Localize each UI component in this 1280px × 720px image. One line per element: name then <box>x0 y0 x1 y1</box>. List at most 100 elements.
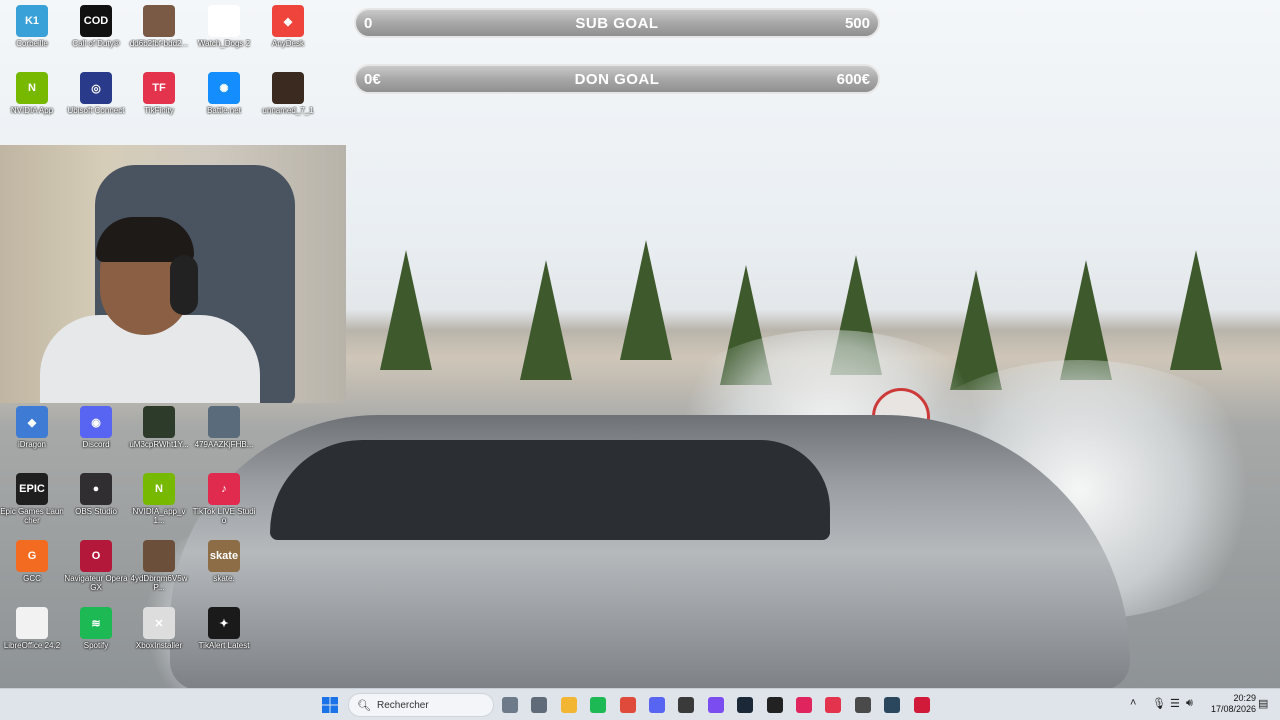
desktop-icon-label: Watch_Dogs 2 <box>197 39 251 48</box>
taskbar-clock[interactable]: 20:29 17/08/2026 <box>1200 693 1256 715</box>
desktop-icon-label: 4ydDbrqm6V5wP... <box>130 574 188 592</box>
desktop-icon[interactable]: ≋ Spotify <box>64 603 128 663</box>
volume-icon[interactable]: 🔊︎ <box>1186 697 1193 710</box>
tiktok-live-icon: ♪ <box>208 473 240 505</box>
taskbar-app-button[interactable] <box>821 693 845 717</box>
start-button[interactable] <box>318 693 342 717</box>
desktop-icon[interactable]: G GCC <box>0 536 64 596</box>
desktop-icon-label: Epic Games Launcher <box>0 507 64 525</box>
microphone-icon[interactable]: 🎙︎ <box>1152 697 1166 710</box>
icon-glyph: G <box>27 550 37 562</box>
desktop-icon-label: TikFinity <box>144 106 174 115</box>
taskbar-app-button[interactable] <box>851 693 875 717</box>
desktop-icon-label: AnyDesk <box>271 39 304 48</box>
taskbar-app-button[interactable] <box>674 693 698 717</box>
search-icon: 🔍︎ <box>357 699 371 712</box>
clock-date: 17/08/2026 <box>1210 704 1256 714</box>
taskbar-app-button[interactable] <box>645 693 669 717</box>
sub-goal-bar: 0 SUB GOAL 500 <box>354 8 880 38</box>
desktop-icon-label: uM3cpRWht1Y... <box>129 440 189 449</box>
notification-icon[interactable]: ▤ <box>1258 697 1268 710</box>
spotify-icon: ≋ <box>80 607 112 639</box>
epic-games-icon <box>766 697 783 713</box>
desktop-icon[interactable]: O Navigateur Opera GX <box>64 536 128 596</box>
taskbar-app-button[interactable] <box>792 693 816 717</box>
desktop-icon[interactable]: ♪ TikTok LIVE Studio <box>192 469 256 529</box>
taskbar-app-button[interactable] <box>586 693 610 717</box>
icon-glyph: ◆ <box>283 15 293 28</box>
gcc-icon <box>854 697 871 713</box>
watch-dogs-icon: WD <box>208 5 240 37</box>
taskbar-app-button[interactable] <box>763 693 787 717</box>
desktop-icon[interactable]: N NVIDIA App <box>0 68 64 128</box>
nvidia-installer-icon: N <box>143 473 175 505</box>
desktop-icon[interactable]: ◎ Ubisoft Connect <box>64 68 128 128</box>
webcam-overlay <box>0 145 346 403</box>
desktop-icon[interactable]: skate skate. <box>192 536 256 596</box>
don-goal-bar: 0€ DON GOAL 600€ <box>354 64 880 94</box>
desktop-icon[interactable]: ● OBS Studio <box>64 469 128 529</box>
taskbar-app-button[interactable] <box>527 693 551 717</box>
taskbar-app-button[interactable] <box>498 693 522 717</box>
desktop-icon[interactable]: ◉ Discord <box>64 402 128 462</box>
desktop-icon[interactable]: COD Call of Duty® <box>64 1 128 61</box>
icon-glyph: ✦ <box>219 617 229 630</box>
desktop-icon[interactable]: K1 Corbeille <box>0 1 64 61</box>
taskbar-app-button[interactable] <box>616 693 640 717</box>
chevron-up-icon[interactable]: ˄ <box>1130 697 1136 709</box>
desktop-icon-label: unnamed_7_1 <box>262 106 314 115</box>
desktop-icon[interactable]: 479AAZKjFHB... <box>192 402 256 462</box>
desktop-icon[interactable]: ✺ Battle.net <box>192 68 256 128</box>
recycle-bin-icon: K1 <box>16 5 48 37</box>
icon-glyph: O <box>91 550 101 562</box>
taskbar: 🔍︎ Rechercher ˄ 🎙︎ ☰ 🔊︎ 20:29 17/08/2026… <box>0 688 1280 720</box>
desktop-icon[interactable]: ◆ iDragon <box>0 402 64 462</box>
taskbar-search[interactable]: 🔍︎ Rechercher <box>348 693 494 717</box>
discord-icon: ◉ <box>80 406 112 438</box>
wallpaper-car-window <box>270 440 830 540</box>
desktop-icon[interactable]: ◆ AnyDesk <box>256 1 320 61</box>
icon-glyph: ● <box>92 483 100 495</box>
icon-glyph: ◉ <box>91 416 101 429</box>
desktop-icon[interactable]: WD Watch_Dogs 2 <box>192 1 256 61</box>
obs-studio-icon: ● <box>80 473 112 505</box>
desktop-icon[interactable]: LibreOffice 24.2 <box>0 603 64 663</box>
network-icon[interactable]: ☰ <box>1170 697 1180 710</box>
desktop-icon[interactable]: ✦ TikAlert Latest <box>192 603 256 663</box>
icon-glyph: COD <box>83 15 109 27</box>
icon-glyph: K1 <box>24 15 40 27</box>
desktop-icon[interactable]: N NVIDIA_app_v1... <box>127 469 191 529</box>
taskbar-app-button[interactable] <box>704 693 728 717</box>
taskbar-app-button[interactable] <box>733 693 757 717</box>
nvidia-icon: N <box>16 72 48 104</box>
wallpaper-tree <box>380 250 432 370</box>
desktop-icon[interactable]: uM3cpRWht1Y... <box>127 402 191 462</box>
battlenet-icon: ✺ <box>208 72 240 104</box>
desktop-icon-label: TikAlert Latest <box>198 641 250 650</box>
taskbar-app-button[interactable] <box>880 693 904 717</box>
steam-icon <box>737 697 754 713</box>
desktop-icon[interactable]: TF TikFinity <box>127 68 191 128</box>
image-file-icon <box>143 540 175 572</box>
windows-logo-icon <box>322 697 338 713</box>
tikalert-icon: ✦ <box>208 607 240 639</box>
desktop-icon-label: Call of Duty® <box>72 39 120 48</box>
desktop-icon-label: TikTok LIVE Studio <box>192 507 256 525</box>
desktop-icon-label: 479AAZKjFHB... <box>194 440 254 449</box>
icon-glyph: N <box>28 82 36 94</box>
xbox-installer-icon: ✕ <box>143 607 175 639</box>
libreoffice-icon <box>16 607 48 639</box>
icon-glyph: ◆ <box>27 416 37 429</box>
wallpaper-tree <box>520 260 572 380</box>
desktop-icon[interactable]: ✕ XboxInstaller <box>127 603 191 663</box>
taskbar-app-button[interactable] <box>910 693 934 717</box>
taskbar-app-button[interactable] <box>557 693 581 717</box>
task-view-icon <box>502 697 518 713</box>
desktop-icon-label: Corbeille <box>16 39 48 48</box>
desktop-icon[interactable]: EPIC Epic Games Launcher <box>0 469 64 529</box>
desktop-icon[interactable]: dd6b2fbf-bdd2... <box>127 1 191 61</box>
anydesk-icon: ◆ <box>272 5 304 37</box>
sub-goal-target: 500 <box>844 14 870 32</box>
desktop-icon[interactable]: 4ydDbrqm6V5wP... <box>127 536 191 596</box>
desktop-icon[interactable]: unnamed_7_1 <box>256 68 320 128</box>
